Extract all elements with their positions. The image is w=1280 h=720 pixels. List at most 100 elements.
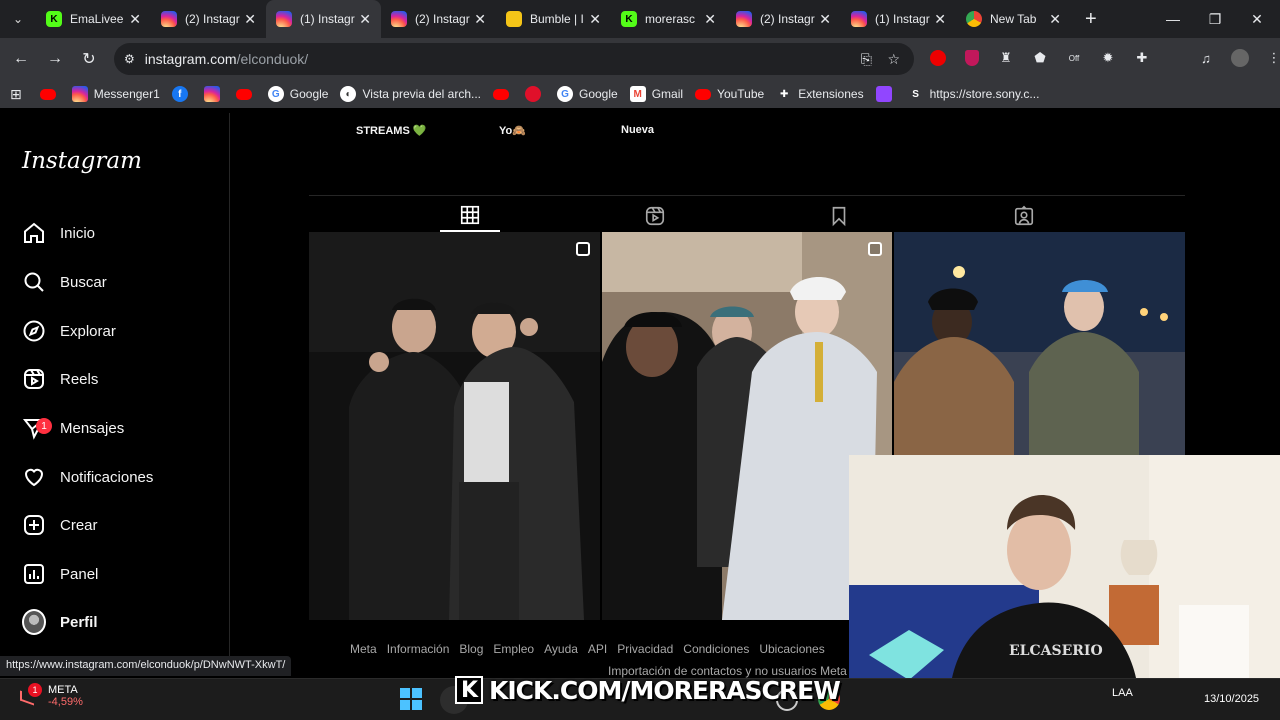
browser-tab[interactable]: Kmorerasc ✕ xyxy=(611,0,726,38)
browser-tab[interactable]: K EmaLivee ✕ xyxy=(36,0,151,38)
footer-link[interactable]: API xyxy=(588,642,607,656)
browser-tab[interactable]: (2) Instagr ✕ xyxy=(381,0,496,38)
footer-link[interactable]: Blog xyxy=(459,642,483,656)
clock-date[interactable]: 13/10/2025 xyxy=(1204,693,1259,705)
bookmark-item[interactable]: Shttps://store.sony.c... xyxy=(908,86,1039,102)
instagram-icon xyxy=(203,86,220,102)
bookmark-item[interactable] xyxy=(39,86,60,102)
browser-tab[interactable]: (1) Instagr ✕ xyxy=(841,0,956,38)
tab-reels[interactable] xyxy=(625,200,685,232)
instagram-logo[interactable]: Instagram xyxy=(22,148,142,174)
footer-link[interactable]: Ubicaciones xyxy=(759,642,824,656)
tab-posts[interactable] xyxy=(440,200,500,232)
bookmark-item[interactable]: G Google xyxy=(557,86,618,102)
bookmark-item[interactable]: f xyxy=(171,86,192,102)
tag-extension-icon[interactable]: ⬟ xyxy=(1027,44,1053,72)
stock-widget[interactable]: 1 META -4,59% xyxy=(20,683,83,708)
footer-link[interactable]: Meta xyxy=(350,642,377,656)
castle-extension-icon[interactable]: ♜ xyxy=(993,44,1019,72)
off-extension-icon[interactable]: Off xyxy=(1061,44,1087,72)
ublock-extension-icon[interactable] xyxy=(925,44,951,72)
bookmark-item[interactable] xyxy=(203,86,224,102)
close-tab-icon[interactable]: ✕ xyxy=(129,11,141,28)
close-tab-icon[interactable]: ✕ xyxy=(819,11,831,28)
bookmark-item[interactable]: M Gmail xyxy=(629,86,683,102)
bookmark-star-icon[interactable]: ☆ xyxy=(887,51,900,68)
back-button[interactable]: ← xyxy=(4,42,38,76)
post-thumbnail-1[interactable] xyxy=(309,232,600,620)
close-tab-icon[interactable]: ✕ xyxy=(359,11,371,28)
browser-tab[interactable]: (2) Instagr ✕ xyxy=(726,0,841,38)
browser-tab[interactable]: Bumble | I ✕ xyxy=(496,0,611,38)
footer-link[interactable]: Información xyxy=(387,642,450,656)
bookmark-item[interactable]: YouTube xyxy=(695,86,764,102)
site-info-icon[interactable]: ⚙ xyxy=(124,52,135,66)
apps-grid-icon[interactable]: ⊞ xyxy=(10,86,22,103)
nav-inicio[interactable]: Inicio xyxy=(22,213,95,253)
media-control-icon[interactable]: ♫ xyxy=(1193,44,1219,72)
maximize-button[interactable]: ❐ xyxy=(1194,0,1236,38)
install-app-icon[interactable]: ⎘ xyxy=(861,51,872,68)
browser-menu-icon[interactable]: ⋮ xyxy=(1261,44,1280,72)
nav-panel[interactable]: Panel xyxy=(22,554,98,594)
stock-name: META xyxy=(48,684,78,696)
footer-link[interactable]: Condiciones xyxy=(683,642,749,656)
bookmark-item[interactable]: ◐ Vista previa del arch... xyxy=(340,86,481,102)
new-tab-button[interactable]: + xyxy=(1085,8,1097,31)
profile-avatar[interactable] xyxy=(1227,44,1253,72)
highlight-yo[interactable]: Yo🙈 xyxy=(499,124,526,137)
close-tab-icon[interactable]: ✕ xyxy=(1049,11,1061,28)
tab-tagged[interactable] xyxy=(994,200,1054,232)
tab-saved[interactable] xyxy=(809,200,869,232)
kick-overlay-banner: K KICK.COM/MORERASCREW xyxy=(455,672,841,708)
reload-button[interactable]: ↻ xyxy=(72,42,106,76)
tab-title: Bumble | I xyxy=(530,12,584,26)
compass-icon xyxy=(22,319,46,343)
profile-tabs xyxy=(309,195,1185,232)
browser-tab[interactable]: New Tab ✕ xyxy=(956,0,1071,38)
tab-search-chevron-icon[interactable]: ⌄ xyxy=(0,0,36,38)
bookmark-item[interactable] xyxy=(525,86,545,102)
extensions-puzzle-icon[interactable]: ✚ xyxy=(1129,44,1155,72)
heart-icon xyxy=(22,465,46,489)
close-window-button[interactable]: ✕ xyxy=(1236,0,1278,38)
browser-tab[interactable]: (1) Instagr ✕ xyxy=(266,0,381,38)
close-tab-icon[interactable]: ✕ xyxy=(244,11,256,28)
nav-notificaciones[interactable]: Notificaciones xyxy=(22,457,153,497)
home-icon xyxy=(22,221,46,245)
bookmark-item[interactable] xyxy=(235,86,256,102)
minimize-button[interactable]: — xyxy=(1152,0,1194,38)
nav-buscar[interactable]: Buscar xyxy=(22,262,107,302)
footer-link[interactable]: Empleo xyxy=(493,642,534,656)
close-tab-icon[interactable]: ✕ xyxy=(704,11,716,28)
reels-icon xyxy=(645,206,665,226)
footer-link[interactable]: Privacidad xyxy=(617,642,673,656)
nav-crear[interactable]: Crear xyxy=(22,505,98,545)
nav-explorar[interactable]: Explorar xyxy=(22,311,116,351)
close-tab-icon[interactable]: ✕ xyxy=(474,11,486,28)
language-indicator[interactable]: LAA xyxy=(1112,687,1133,699)
gear-extension-icon[interactable]: ✹ xyxy=(1095,44,1121,72)
nav-perfil[interactable]: Perfil xyxy=(22,602,98,642)
forward-button[interactable]: → xyxy=(38,42,72,76)
status-bar-url: https://www.instagram.com/elconduok/p/DN… xyxy=(0,656,292,676)
footer-link[interactable]: Ayuda xyxy=(544,642,578,656)
bookmark-item[interactable]: Messenger1 xyxy=(71,86,160,102)
tab-title: EmaLivee xyxy=(70,12,124,26)
instagram-icon xyxy=(71,86,88,102)
bookmark-item[interactable]: ✚ Extensiones xyxy=(776,86,864,102)
carousel-icon xyxy=(576,242,590,256)
nav-mensajes[interactable]: 1 Mensajes xyxy=(22,408,124,448)
bookmark-item[interactable] xyxy=(493,86,513,102)
address-bar[interactable]: ⚙ instagram.com/elconduok/ ⎘ ☆ xyxy=(114,43,914,75)
bookmark-item[interactable]: G Google xyxy=(267,86,328,102)
shield-extension-icon[interactable] xyxy=(959,44,985,72)
windows-start-icon[interactable] xyxy=(400,688,422,710)
browser-tab[interactable]: (2) Instagr ✕ xyxy=(151,0,266,38)
nav-reels[interactable]: Reels xyxy=(22,359,98,399)
highlight-streams[interactable]: STREAMS 💚 xyxy=(356,124,427,137)
bookmark-item[interactable] xyxy=(875,86,896,102)
highlight-nueva[interactable]: Nueva xyxy=(621,124,654,136)
close-tab-icon[interactable]: ✕ xyxy=(589,11,601,28)
close-tab-icon[interactable]: ✕ xyxy=(934,11,946,28)
